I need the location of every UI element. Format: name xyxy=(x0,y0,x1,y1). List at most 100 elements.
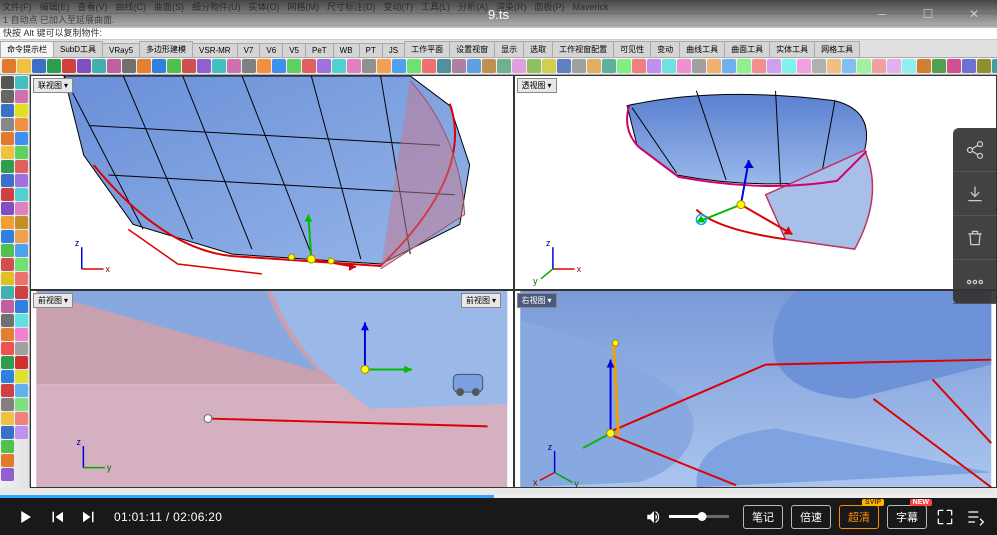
viewport-label[interactable]: 透视图 ▾ xyxy=(517,78,557,93)
toolbar-icon-34[interactable] xyxy=(512,59,526,73)
tab-15[interactable]: 选取 xyxy=(523,41,553,57)
side-icon-16[interactable] xyxy=(1,300,14,313)
side-icon-13[interactable] xyxy=(1,258,14,271)
side-icon-5[interactable] xyxy=(1,146,14,159)
side-icon-52[interactable] xyxy=(15,398,28,411)
side-icon-49[interactable] xyxy=(15,356,28,369)
toolbar-icon-9[interactable] xyxy=(137,59,151,73)
side-icon-1[interactable] xyxy=(1,90,14,103)
side-icon-24[interactable] xyxy=(1,412,14,425)
side-icon-30[interactable] xyxy=(15,90,28,103)
toolbar-icon-61[interactable] xyxy=(917,59,931,73)
toolbar-icon-64[interactable] xyxy=(962,59,976,73)
tab-8[interactable]: PeT xyxy=(305,43,334,57)
side-icon-21[interactable] xyxy=(1,370,14,383)
toolbar-icon-30[interactable] xyxy=(452,59,466,73)
toolbar-icon-40[interactable] xyxy=(602,59,616,73)
play-button[interactable] xyxy=(12,504,38,530)
toolbar-icon-29[interactable] xyxy=(437,59,451,73)
tab-9[interactable]: WB xyxy=(333,43,360,57)
toolbar-icon-4[interactable] xyxy=(62,59,76,73)
toolbar-icon-5[interactable] xyxy=(77,59,91,73)
toolbar-icon-24[interactable] xyxy=(362,59,376,73)
toolbar-icon-22[interactable] xyxy=(332,59,346,73)
volume-control[interactable] xyxy=(645,508,729,526)
toolbar-icon-45[interactable] xyxy=(677,59,691,73)
toolbar-icon-62[interactable] xyxy=(932,59,946,73)
toolbar-icon-23[interactable] xyxy=(347,59,361,73)
side-icon-12[interactable] xyxy=(1,244,14,257)
toolbar-icon-60[interactable] xyxy=(902,59,916,73)
toolbar-icon-65[interactable] xyxy=(977,59,991,73)
window-minimize-button[interactable]: ─ xyxy=(859,0,905,28)
tab-13[interactable]: 设置视窗 xyxy=(449,41,495,57)
side-icon-54[interactable] xyxy=(15,426,28,439)
side-icon-36[interactable] xyxy=(15,174,28,187)
tab-17[interactable]: 可见性 xyxy=(613,41,651,57)
side-icon-32[interactable] xyxy=(15,118,28,131)
side-icon-4[interactable] xyxy=(1,132,14,145)
more-button[interactable] xyxy=(953,260,997,304)
viewport-label[interactable]: 前视图 ▾ xyxy=(33,293,73,308)
subtitle-button[interactable]: 字幕NEW xyxy=(887,505,927,529)
side-icon-35[interactable] xyxy=(15,160,28,173)
side-icon-48[interactable] xyxy=(15,342,28,355)
side-icon-38[interactable] xyxy=(15,202,28,215)
side-icon-3[interactable] xyxy=(1,118,14,131)
toolbar-icon-57[interactable] xyxy=(857,59,871,73)
toolbar-icon-47[interactable] xyxy=(707,59,721,73)
side-icon-42[interactable] xyxy=(15,258,28,271)
window-maximize-button[interactable]: ☐ xyxy=(905,0,951,28)
prev-button[interactable] xyxy=(44,504,70,530)
tab-3[interactable]: 多边形建模 xyxy=(139,41,193,57)
tab-10[interactable]: PT xyxy=(359,43,383,57)
command-input[interactable] xyxy=(105,27,997,39)
toolbar-icon-31[interactable] xyxy=(467,59,481,73)
toolbar-icon-48[interactable] xyxy=(722,59,736,73)
toolbar-icon-28[interactable] xyxy=(422,59,436,73)
side-icon-50[interactable] xyxy=(15,370,28,383)
tab-4[interactable]: VSR-MR xyxy=(192,43,238,57)
side-icon-19[interactable] xyxy=(1,342,14,355)
side-icon-6[interactable] xyxy=(1,160,14,173)
toolbar-icon-51[interactable] xyxy=(767,59,781,73)
delete-button[interactable] xyxy=(953,216,997,260)
toolbar-icon-63[interactable] xyxy=(947,59,961,73)
tab-16[interactable]: 工作视窗配置 xyxy=(552,41,614,57)
toolbar-icon-3[interactable] xyxy=(47,59,61,73)
toolbar-icon-56[interactable] xyxy=(842,59,856,73)
side-icon-46[interactable] xyxy=(15,314,28,327)
side-icon-29[interactable] xyxy=(15,76,28,89)
side-icon-18[interactable] xyxy=(1,328,14,341)
toolbar-icon-50[interactable] xyxy=(752,59,766,73)
toolbar-icon-7[interactable] xyxy=(107,59,121,73)
tab-18[interactable]: 变动 xyxy=(650,41,680,57)
side-icon-31[interactable] xyxy=(15,104,28,117)
side-icon-27[interactable] xyxy=(1,454,14,467)
toolbar-icon-10[interactable] xyxy=(152,59,166,73)
side-icon-7[interactable] xyxy=(1,174,14,187)
toolbar-icon-37[interactable] xyxy=(557,59,571,73)
tab-20[interactable]: 曲面工具 xyxy=(724,41,770,57)
side-icon-33[interactable] xyxy=(15,132,28,145)
side-icon-44[interactable] xyxy=(15,286,28,299)
tab-2[interactable]: VRay5 xyxy=(102,43,140,57)
side-icon-53[interactable] xyxy=(15,412,28,425)
toolbar-icon-13[interactable] xyxy=(197,59,211,73)
toolbar-icon-14[interactable] xyxy=(212,59,226,73)
share-button[interactable] xyxy=(953,128,997,172)
toolbar-icon-1[interactable] xyxy=(17,59,31,73)
toolbar-icon-53[interactable] xyxy=(797,59,811,73)
side-icon-28[interactable] xyxy=(1,468,14,481)
toolbar-icon-19[interactable] xyxy=(287,59,301,73)
side-icon-14[interactable] xyxy=(1,272,14,285)
toolbar-icon-8[interactable] xyxy=(122,59,136,73)
side-icon-41[interactable] xyxy=(15,244,28,257)
tab-0[interactable]: 命令提示栏 xyxy=(0,41,54,57)
side-icon-39[interactable] xyxy=(15,216,28,229)
side-icon-15[interactable] xyxy=(1,286,14,299)
viewport-label[interactable]: 联视图 ▾ xyxy=(33,78,73,93)
viewport-bottom-right[interactable]: 右视图 ▾ xyxy=(514,290,997,488)
side-icon-11[interactable] xyxy=(1,230,14,243)
side-icon-0[interactable] xyxy=(1,76,14,89)
